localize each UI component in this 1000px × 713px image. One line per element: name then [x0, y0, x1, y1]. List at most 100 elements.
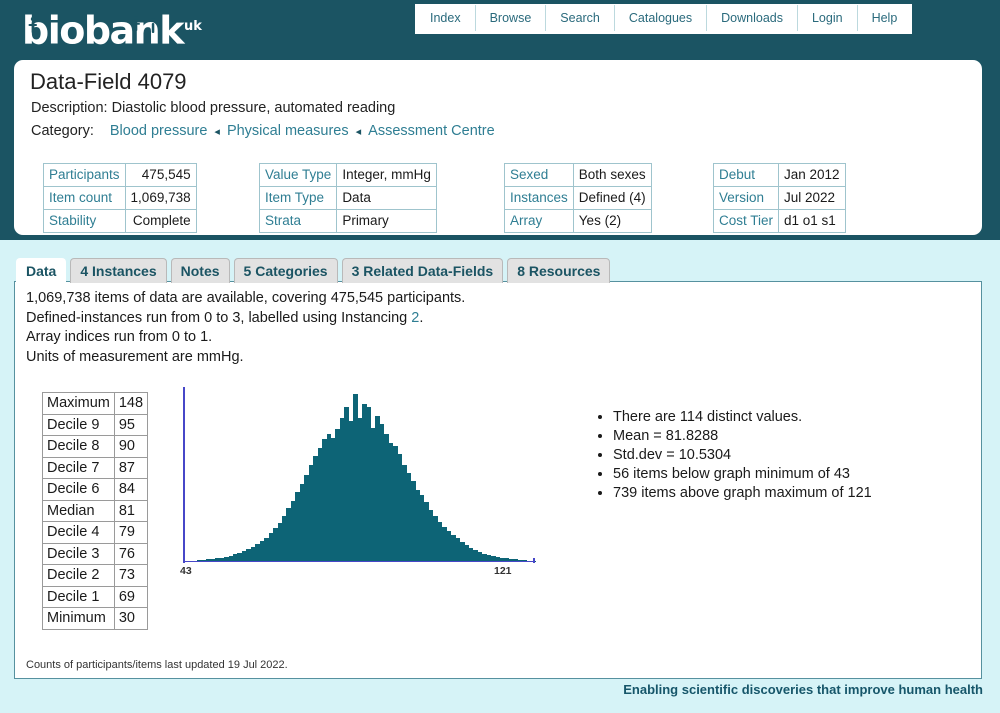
- stat-std-dev: Std.dev = 10.5304: [613, 446, 872, 465]
- table-row: Version Jul 2022: [712, 186, 846, 210]
- tab-related-data-fields[interactable]: 3 Related Data-Fields: [341, 258, 504, 283]
- histogram-axes: 43 121: [170, 387, 550, 587]
- decile-label: Minimum: [42, 607, 115, 630]
- decile-value: 79: [113, 521, 149, 544]
- meta-key: Array: [504, 209, 574, 233]
- decile-label: Decile 8: [42, 435, 115, 458]
- nav-item-catalogues[interactable]: Catalogues: [614, 5, 708, 31]
- stat-below-minimum: 56 items below graph minimum of 43: [613, 465, 872, 484]
- decile-value: 76: [113, 542, 149, 565]
- metadata-table-types: Value Type Integer, mmHg Item Type Data …: [258, 163, 437, 233]
- decile-label: Decile 2: [42, 564, 115, 587]
- decile-label: Decile 7: [42, 456, 115, 479]
- meta-value: Complete: [124, 209, 197, 233]
- table-row: Decile 1 69: [42, 585, 149, 608]
- category-label: Category:: [31, 123, 94, 139]
- nav-item-index[interactable]: Index: [416, 5, 476, 31]
- meta-value: Yes (2): [572, 209, 652, 233]
- category-link-physical-measures[interactable]: Physical measures: [227, 123, 349, 139]
- decile-table: Maximum 148 Decile 9 95 Decile 8 90 Decile …: [42, 392, 149, 630]
- x-axis-tick-min: [183, 558, 185, 563]
- meta-value: Both sexes: [572, 163, 652, 187]
- description-label: Description:: [31, 100, 108, 116]
- meta-key: Instances: [504, 186, 574, 210]
- decile-value: 95: [113, 413, 149, 436]
- category-link-blood-pressure[interactable]: Blood pressure: [110, 123, 208, 139]
- y-axis-line: [183, 387, 185, 562]
- category-link-assessment-centre[interactable]: Assessment Centre: [368, 123, 495, 139]
- biobank-logo[interactable]: biobankuk: [22, 6, 202, 52]
- table-row: Strata Primary: [258, 209, 437, 233]
- meta-value: 475,545: [124, 163, 197, 187]
- meta-value: Jul 2022: [778, 186, 846, 210]
- summary-line-instances: Defined-instances run from 0 to 3, label…: [26, 309, 465, 329]
- site-tagline: Enabling scientific discoveries that imp…: [623, 682, 983, 697]
- statistics-list: There are 114 distinct values. Mean = 81…: [595, 408, 872, 503]
- nav-item-help[interactable]: Help: [857, 5, 912, 31]
- table-row: Decile 6 84: [42, 478, 149, 501]
- x-axis-tick-max: [533, 558, 535, 563]
- table-row: Median 81: [42, 499, 149, 522]
- field-info-card: Data-Field 4079 Description: Diastolic b…: [14, 60, 982, 235]
- tab-resources[interactable]: 8 Resources: [507, 258, 611, 283]
- meta-value: Primary: [336, 209, 437, 233]
- meta-key: Sexed: [504, 163, 574, 187]
- field-description: Description: Diastolic blood pressure, a…: [31, 100, 395, 116]
- meta-key: Cost Tier: [712, 209, 780, 233]
- table-row: Item Type Data: [258, 186, 437, 210]
- meta-value: d1 o1 s1: [778, 209, 846, 233]
- category-breadcrumb: Category: Blood pressure ◂ Physical meas…: [31, 123, 495, 139]
- tab-categories[interactable]: 5 Categories: [233, 258, 338, 283]
- data-summary: 1,069,738 items of data are available, c…: [26, 289, 465, 367]
- decile-label: Decile 6: [42, 478, 115, 501]
- metadata-table-versions: Debut Jan 2012 Version Jul 2022 Cost Tie…: [712, 163, 846, 233]
- nav-item-browse[interactable]: Browse: [475, 5, 547, 31]
- table-row: Decile 3 76: [42, 542, 149, 565]
- tab-notes[interactable]: Notes: [170, 258, 230, 283]
- nav-item-downloads[interactable]: Downloads: [707, 5, 798, 31]
- table-row: Decile 8 90: [42, 435, 149, 458]
- decile-value: 84: [113, 478, 149, 501]
- summary-instances-period: .: [419, 309, 424, 326]
- table-row: Cost Tier d1 o1 s1: [712, 209, 846, 233]
- decile-value: 69: [113, 585, 149, 608]
- page-title: Data-Field 4079: [30, 69, 187, 94]
- table-row: Decile 9 95: [42, 413, 149, 436]
- decile-value: 90: [113, 435, 149, 458]
- meta-value: Data: [336, 186, 437, 210]
- decile-label: Decile 9: [42, 413, 115, 436]
- table-row: Maximum 148: [42, 392, 149, 415]
- metadata-tables: Participants 475,545 Item count 1,069,73…: [14, 163, 982, 233]
- meta-value: Integer, mmHg: [336, 163, 437, 187]
- decile-label: Decile 1: [42, 585, 115, 608]
- nav-item-search[interactable]: Search: [546, 5, 615, 31]
- tab-instances[interactable]: 4 Instances: [70, 258, 167, 283]
- distribution-histogram: 43 121: [170, 387, 550, 587]
- meta-key: Stability: [43, 209, 126, 233]
- meta-key: Item Type: [258, 186, 338, 210]
- decile-value: 87: [113, 456, 149, 479]
- decile-label: Median: [42, 499, 115, 522]
- meta-value: Jan 2012: [778, 163, 846, 187]
- meta-key: Version: [712, 186, 780, 210]
- decile-label: Maximum: [42, 392, 115, 415]
- site-header: biobankuk Index Browse Search Catalogues…: [0, 0, 1000, 56]
- meta-key: Debut: [712, 163, 780, 187]
- meta-key: Strata: [258, 209, 338, 233]
- content-tabs[interactable]: Data 4 Instances Notes 5 Categories 3 Re…: [16, 258, 611, 283]
- breadcrumb-arrow-icon: ◂: [214, 126, 220, 138]
- decile-value: 30: [113, 607, 149, 630]
- main-navigation[interactable]: Index Browse Search Catalogues Downloads…: [415, 4, 913, 34]
- stat-above-maximum: 739 items above graph maximum of 121: [613, 484, 872, 503]
- stat-mean: Mean = 81.8288: [613, 427, 872, 446]
- decile-value: 81: [113, 499, 149, 522]
- tab-data[interactable]: Data: [16, 258, 67, 283]
- logo-uk-superscript: uk: [184, 19, 202, 34]
- table-row: Item count 1,069,738: [43, 186, 197, 210]
- nav-item-login[interactable]: Login: [797, 5, 858, 31]
- x-axis-label-max: 121: [494, 565, 512, 577]
- table-row: Instances Defined (4): [504, 186, 652, 210]
- summary-line-items: 1,069,738 items of data are available, c…: [26, 290, 466, 306]
- meta-value: 1,069,738: [124, 186, 197, 210]
- table-row: Debut Jan 2012: [712, 163, 846, 187]
